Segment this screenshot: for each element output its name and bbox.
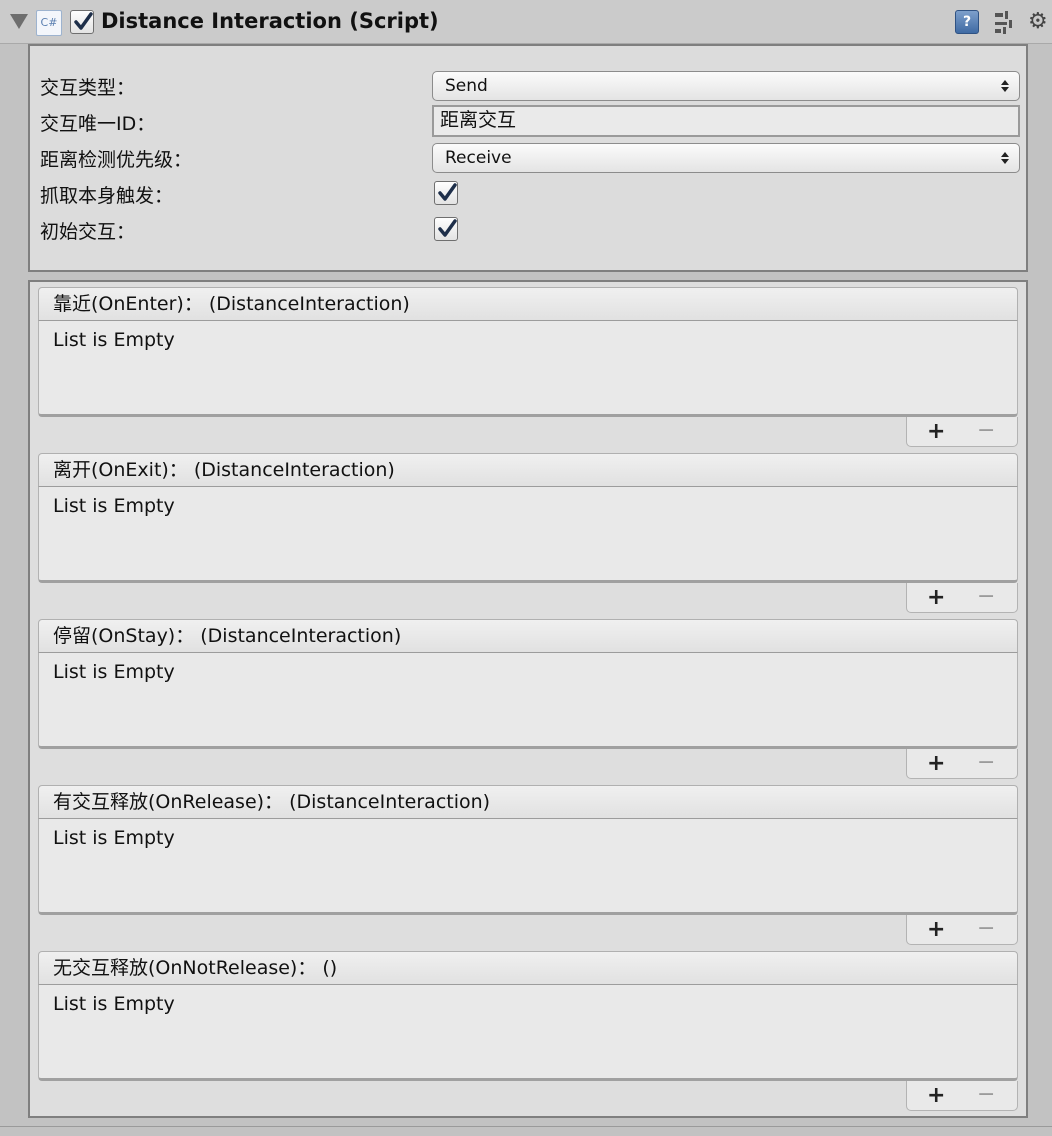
add-button[interactable]: + — [927, 585, 945, 610]
gear-icon[interactable]: ⚙ — [1028, 10, 1052, 34]
grab-trigger-checkbox[interactable] — [434, 181, 458, 205]
remove-button[interactable]: − — [977, 584, 995, 609]
priority-dropdown[interactable]: Receive — [432, 143, 1020, 173]
event-footer-on-enter: + − — [906, 417, 1018, 447]
event-footer-on-stay: + − — [906, 749, 1018, 779]
priority-value: Receive — [445, 148, 512, 168]
add-button[interactable]: + — [927, 1083, 945, 1108]
add-button[interactable]: + — [927, 751, 945, 776]
list-empty-text: List is Empty — [53, 993, 175, 1015]
unique-id-field[interactable]: 距离交互 — [432, 105, 1020, 137]
event-list-on-not-release: List is Empty — [38, 985, 1018, 1081]
event-header-on-exit: 离开(OnExit)： (DistanceInteraction) — [38, 453, 1018, 487]
component-header: C# Distance Interaction (Script) ? ⚙ — [0, 0, 1052, 44]
remove-button[interactable]: − — [977, 1082, 995, 1107]
initial-interaction-label: 初始交互： — [40, 221, 136, 243]
remove-button[interactable]: − — [977, 418, 995, 443]
csharp-script-icon: C# — [36, 10, 62, 36]
checkmark-icon — [438, 183, 457, 201]
event-footer-on-release: + − — [906, 915, 1018, 945]
component-title: Distance Interaction (Script) — [101, 9, 439, 33]
event-header-on-enter: 靠近(OnEnter)： (DistanceInteraction) — [38, 287, 1018, 321]
event-list-on-enter: List is Empty — [38, 321, 1018, 417]
dropdown-arrows-icon — [1001, 152, 1009, 164]
event-header-on-not-release: 无交互释放(OnNotRelease)： () — [38, 951, 1018, 985]
initial-interaction-checkbox[interactable] — [434, 217, 458, 241]
list-empty-text: List is Empty — [53, 661, 175, 683]
foldout-arrow-icon[interactable] — [10, 14, 28, 29]
checkmark-icon — [74, 12, 93, 30]
event-header-on-stay: 停留(OnStay)： (DistanceInteraction) — [38, 619, 1018, 653]
list-empty-text: List is Empty — [53, 827, 175, 849]
component-enabled-checkbox[interactable] — [70, 10, 94, 34]
grab-trigger-label: 抓取本身触发： — [40, 185, 174, 207]
event-list-on-stay: List is Empty — [38, 653, 1018, 749]
checkmark-icon — [438, 219, 457, 237]
add-button[interactable]: + — [927, 419, 945, 444]
list-empty-text: List is Empty — [53, 329, 175, 351]
event-header-on-release: 有交互释放(OnRelease)： (DistanceInteraction) — [38, 785, 1018, 819]
unique-id-label: 交互唯一ID： — [40, 113, 156, 135]
interaction-type-label: 交互类型： — [40, 77, 136, 99]
dropdown-arrows-icon — [1001, 80, 1009, 92]
help-icon[interactable]: ? — [955, 10, 979, 34]
event-list-on-release: List is Empty — [38, 819, 1018, 915]
remove-button[interactable]: − — [977, 750, 995, 775]
list-empty-text: List is Empty — [53, 495, 175, 517]
interaction-type-value: Send — [445, 76, 488, 96]
inspector-bottom-divider — [0, 1126, 1052, 1136]
remove-button[interactable]: − — [977, 916, 995, 941]
event-footer-on-exit: + − — [906, 583, 1018, 613]
presets-icon[interactable] — [993, 10, 1015, 34]
event-list-on-exit: List is Empty — [38, 487, 1018, 583]
event-footer-on-not-release: + − — [906, 1081, 1018, 1111]
add-button[interactable]: + — [927, 917, 945, 942]
interaction-type-dropdown[interactable]: Send — [432, 71, 1020, 101]
priority-label: 距离检测优先级： — [40, 149, 193, 171]
